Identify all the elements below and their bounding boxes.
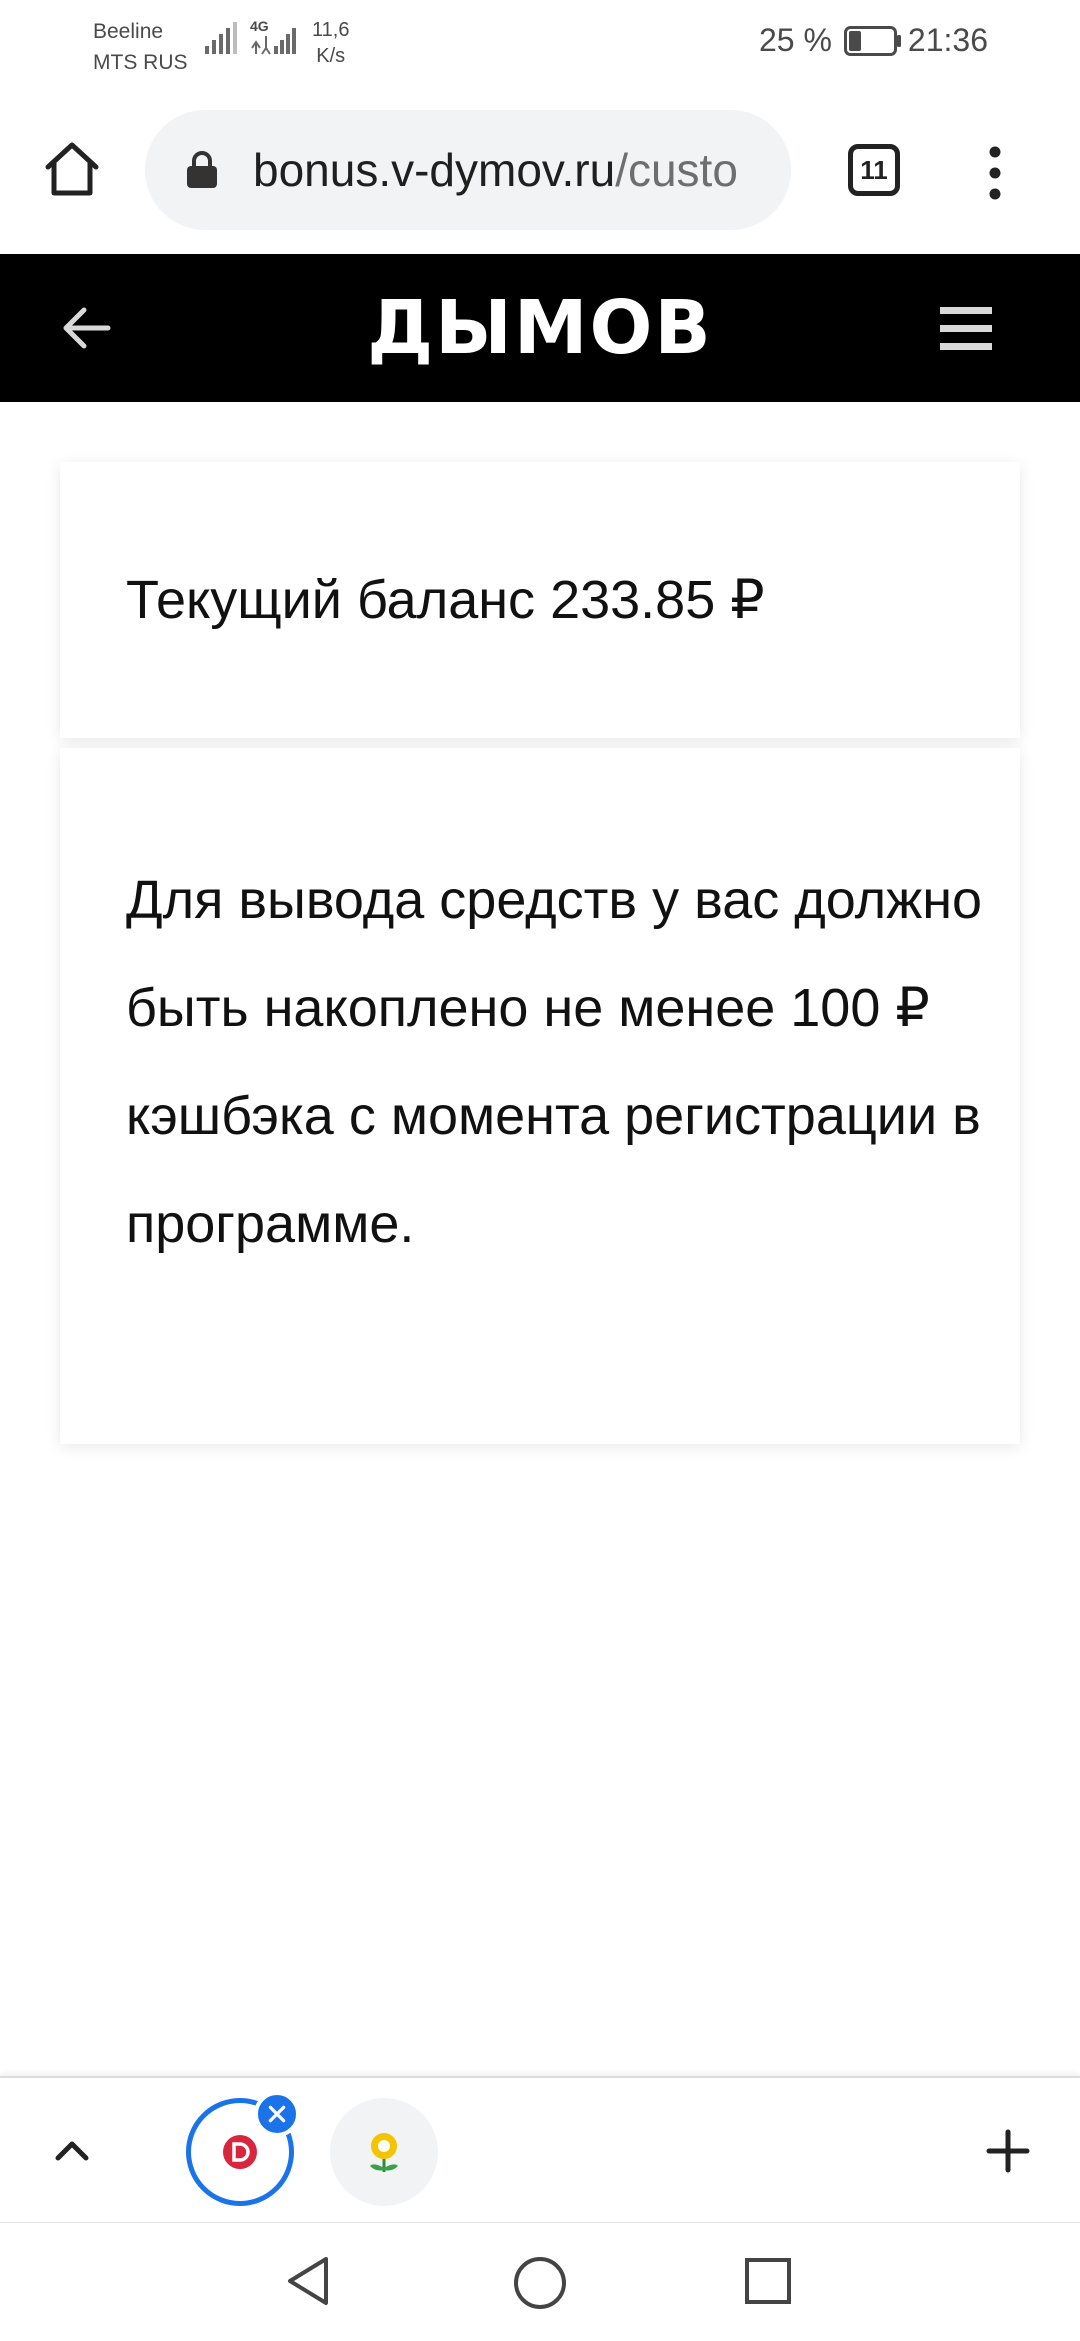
system-navigation-bar: [0, 2222, 1080, 2341]
hamburger-menu-icon[interactable]: [940, 307, 992, 351]
withdrawal-info-card: Для вывода средств у вас должно быть нак…: [60, 748, 1020, 1444]
url-text[interactable]: bonus.v-dymov.ru/custo: [253, 110, 773, 230]
network-speed: 11,6 K/s: [312, 17, 349, 69]
site-header: ДЫМОВ: [0, 254, 1080, 402]
carrier-2: MTS RUS: [93, 51, 188, 74]
site-logo[interactable]: ДЫМОВ: [0, 254, 1080, 402]
more-menu-icon[interactable]: [975, 143, 1015, 203]
new-tab-plus-icon[interactable]: [985, 2128, 1031, 2174]
lock-icon: [187, 151, 217, 188]
flower-favicon-icon: [370, 2133, 398, 2172]
clock: 21:36: [907, 22, 988, 58]
current-balance: Текущий баланс 233.85 ₽: [126, 570, 765, 630]
nav-recents-icon[interactable]: [744, 2257, 792, 2305]
browser-toolbar: bonus.v-dymov.ru/custo 11: [0, 90, 1080, 255]
speed-value: 11,6: [312, 19, 350, 41]
battery-percent: 25 %: [758, 22, 832, 58]
tab-strip-item[interactable]: [330, 2098, 438, 2206]
url-path: /custo: [615, 144, 738, 196]
signal-strength-2-icon: [251, 28, 296, 55]
nav-home-icon[interactable]: [512, 2255, 568, 2311]
status-right: 25 % 21:36: [759, 22, 988, 59]
close-tab-icon[interactable]: [254, 2091, 300, 2137]
home-icon[interactable]: [40, 137, 104, 201]
speed-unit: K/s: [316, 45, 346, 67]
withdrawal-info-text: Для вывода средств у вас должно быть нак…: [126, 870, 983, 1254]
nav-back-icon[interactable]: [282, 2253, 334, 2309]
url-host: bonus.v-dymov.ru: [253, 144, 616, 196]
dymov-favicon-icon: [223, 2135, 257, 2169]
signal-strength-icon: [205, 22, 237, 54]
chevron-up-icon[interactable]: [50, 2128, 94, 2172]
balance-card: Текущий баланс 233.85 ₽: [60, 462, 1020, 738]
back-arrow-icon[interactable]: [56, 298, 116, 358]
bottom-tab-strip: [0, 2076, 1080, 2224]
carrier-1: Beeline: [93, 20, 164, 43]
address-bar[interactable]: bonus.v-dymov.ru/custo: [145, 110, 791, 230]
status-bar: Beeline MTS RUS 4G 11,6 K/s 25 % 21:36: [0, 0, 1080, 90]
carrier-info: Beeline MTS RUS: [93, 16, 188, 78]
tab-switcher-button[interactable]: 11: [848, 144, 900, 196]
battery-icon: [843, 25, 901, 56]
